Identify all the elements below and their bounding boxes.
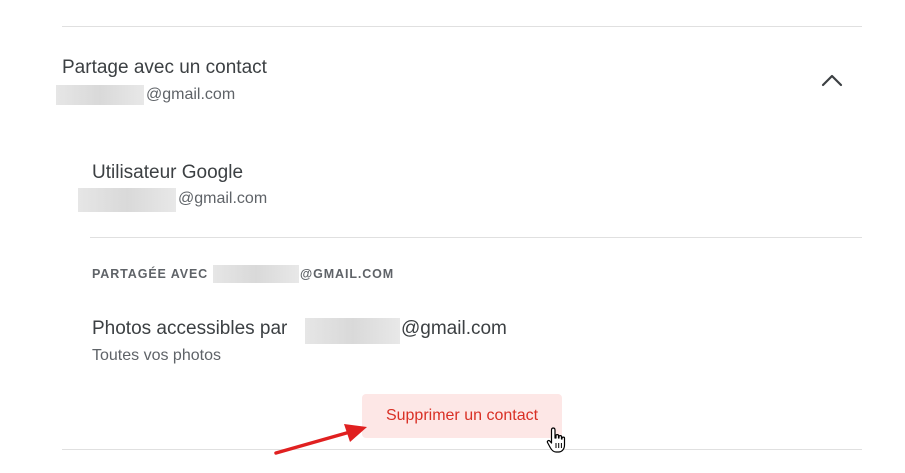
section-title: Partage avec un contact [62,57,267,78]
chevron-up-icon[interactable] [818,66,846,94]
photos-access-title: Photos accessibles par [92,318,288,339]
remove-contact-label: Supprimer un contact [385,407,539,424]
user-email-suffix: @gmail.com [178,190,268,207]
photos-email-suffix: @gmail.com [401,318,507,339]
annotation-arrow [274,424,367,455]
inner-divider [90,237,862,238]
redacted-email-block [56,85,144,105]
shared-with-label: PARTAGÉE AVEC [92,267,209,281]
shared-with-email-suffix: @GMAIL.COM [300,267,395,281]
bottom-divider [62,449,862,450]
redacted-email-block [78,188,176,212]
user-name: Utilisateur Google [92,162,244,183]
hand-pointer-icon [546,427,566,453]
top-divider [62,26,862,27]
redacted-email-block [305,318,400,344]
remove-contact-button[interactable]: Supprimer un contact [362,394,562,438]
redacted-email-block [213,265,299,283]
section-email-suffix: @gmail.com [146,86,236,103]
photos-scope-text: Toutes vos photos [92,347,221,364]
